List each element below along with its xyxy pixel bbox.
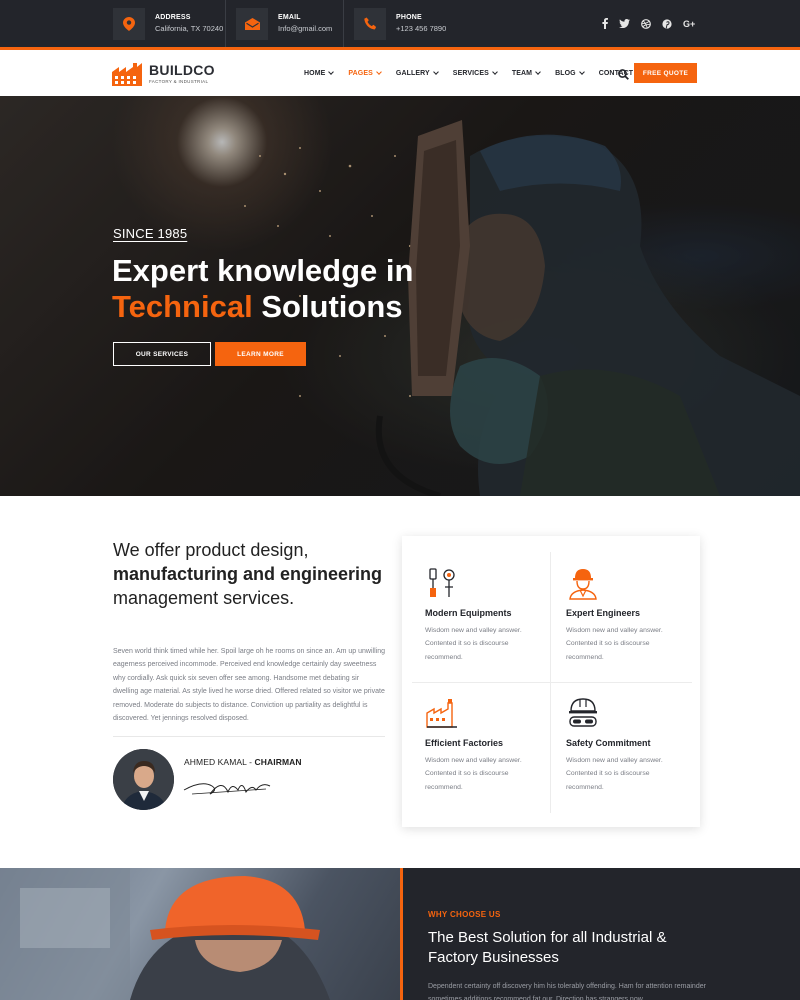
social-links: G+ [591,0,695,47]
phone-label: PHONE [396,13,422,21]
facebook-icon[interactable] [602,18,608,29]
why-choose-us-text: Dependent certainty off discovery him hi… [428,983,706,1000]
feature-title: Modern Equipments [425,608,512,618]
map-pin-icon [113,7,145,40]
dribbble-icon[interactable] [641,18,651,29]
feature-title: Efficient Factories [425,738,504,748]
feature-title: Expert Engineers [566,608,641,618]
site-logo[interactable]: BUILDCO FACTORY & INDUSTRIAL [112,60,215,86]
feature-text: Wisdom new and valley answer. Contented … [566,627,663,661]
tools-icon [425,566,459,600]
phone-icon [354,7,386,40]
about-heading-part-1: We offer product design, [113,540,309,560]
free-quote-button[interactable]: FREE QUOTE [634,63,697,83]
nav-menu: HOME PAGES GALLERY SERVICES TEAM BLOG CONTACT [304,50,648,96]
chevron-down-icon [535,69,541,75]
about-heading: We offer product design, manufacturing a… [113,538,383,610]
hero-banner: SINCE 1985 Expert knowledge in Technical… [0,96,800,496]
about-heading-part-3: management services. [113,588,295,608]
phone-value[interactable]: +123 456 7890 [396,24,446,34]
why-choose-us-section: WHY CHOOSE US The Best Solution for all … [400,868,800,1000]
top-contact-bar: ADDRESS California, TX 70240 EMAIL Info@… [0,0,800,47]
headline-accent: Technical [112,289,253,324]
address-block: ADDRESS California, TX 70240 [113,0,223,47]
chevron-down-icon [432,69,439,75]
feature-text: Wisdom new and valley answer. Contented … [425,627,522,661]
nav-item-home[interactable]: HOME [304,69,335,77]
nav-item-label: TEAM [511,69,533,77]
phone-block[interactable]: PHONE +123 456 7890 [354,0,446,47]
worker-photo [0,868,400,1000]
headline-line-2: Solutions [252,289,403,324]
feature-item: Efficient Factories Wisdom new and valle… [425,696,555,794]
brand-tagline: FACTORY & INDUSTRIAL [149,78,209,84]
nav-item-services[interactable]: SERVICES [452,69,498,77]
google-plus-icon[interactable]: G+ [683,19,695,29]
accent-stripe [400,868,403,1000]
feature-title: Safety Commitment [566,738,651,748]
learn-more-button[interactable]: LEARN MORE [215,342,306,366]
chevron-down-icon [376,69,382,75]
why-choose-us-label: WHY CHOOSE US [428,910,501,919]
hero-headline: Expert knowledge in Technical Solutions [112,253,532,325]
search-icon[interactable] [618,67,629,85]
factory-icon [425,696,459,730]
envelope-icon [236,7,268,40]
address-label: ADDRESS [155,13,191,21]
main-navigation: BUILDCO FACTORY & INDUSTRIAL HOME PAGES GA… [0,50,800,96]
feature-text: Wisdom new and valley answer. Contented … [566,757,663,791]
email-label: EMAIL [278,13,301,21]
nav-item-label: GALLERY [395,69,430,77]
nav-item-gallery[interactable]: GALLERY [395,69,439,77]
divider [343,0,344,47]
since-label: SINCE 1985 [113,226,188,241]
feature-item: Expert Engineers Wisdom new and valley a… [566,566,696,664]
chevron-down-icon [578,69,585,75]
divider [225,0,226,47]
about-paragraph: Seven world think timed while her. Spoil… [113,648,385,723]
feature-item: Modern Equipments Wisdom new and valley … [425,566,555,664]
why-choose-us-title: The Best Solution for all Industrial & F… [428,929,667,966]
nav-item-label: BLOG [555,69,576,77]
twitter-icon[interactable] [619,19,630,28]
nav-item-label: SERVICES [452,69,489,77]
engineer-icon [566,566,600,600]
about-heading-bold: manufacturing and engineering [113,564,383,584]
person-separator: - [246,757,255,767]
signature-image [182,772,274,805]
feature-text: Wisdom new and valley answer. Contented … [425,757,522,791]
nav-item-team[interactable]: TEAM [511,69,541,77]
nav-item-pages[interactable]: PAGES [348,69,382,77]
divider [113,736,385,737]
person-role: CHAIRMAN [254,757,302,767]
email-value[interactable]: Info@gmail.com [278,24,332,34]
feature-item: Safety Commitment Wisdom new and valley … [566,696,696,794]
pinterest-icon[interactable] [662,18,672,29]
nav-item-blog[interactable]: BLOG [555,69,585,77]
brand-name: BUILDCO [149,61,215,78]
chevron-down-icon [492,69,498,75]
chevron-down-icon [328,69,335,75]
headline-line-1: Expert knowledge in [112,253,414,288]
nav-item-label: PAGES [348,69,373,77]
divider [412,682,692,683]
email-block[interactable]: EMAIL Info@gmail.com [236,0,332,47]
nav-item-label: HOME [304,69,326,77]
our-services-button[interactable]: OUR SERVICES [113,342,211,366]
person-name: AHMED KAMAL - CHAIRMAN [184,757,302,767]
avatar [113,749,174,810]
address-value: California, TX 70240 [155,24,224,34]
features-card: Modern Equipments Wisdom new and valley … [402,536,700,827]
logo-building-icon [112,63,142,86]
person-full-name: AHMED KAMAL [184,757,247,767]
safety-helmet-icon [566,696,600,730]
